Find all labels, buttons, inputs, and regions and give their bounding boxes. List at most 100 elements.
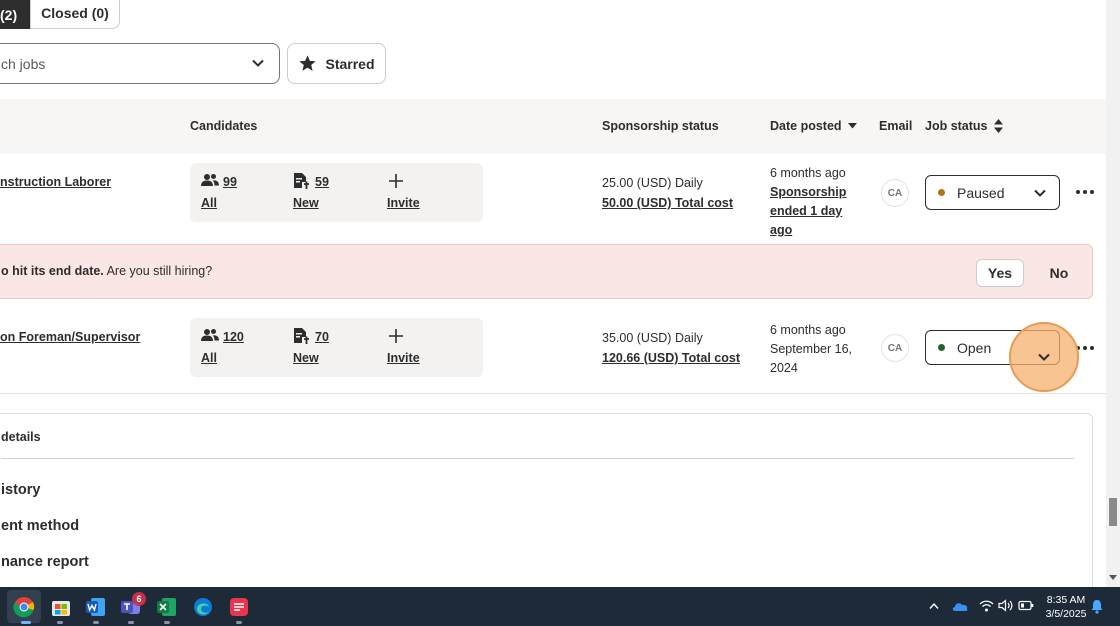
date-posted: 6 months ago Sponsorship ended 1 day ago [770,164,865,240]
date-posted: 6 months ago September 16, 2024 [770,321,865,378]
header-job-status-label: Job status [925,119,988,133]
job-dashboard: (2) Closed (0) ch jobs Starred Candidate… [0,0,1106,587]
job-status-select[interactable]: Paused [925,175,1060,210]
new-document-icon [294,328,309,344]
all-count: 120 [223,330,244,344]
wifi-icon[interactable] [979,599,994,612]
clock-date: 3/5/2025 [1045,608,1087,620]
header-sponsorship: Sponsorship status [602,119,719,133]
job-title-link[interactable]: on Foreman/Supervisor [0,330,140,344]
app-indicator [57,621,63,624]
tab-closed-label: Closed (0) [41,5,109,21]
battery-icon[interactable] [1018,600,1034,611]
invite-label: Invite [387,351,420,365]
alert-bold-text: o hit its end date. [1,264,104,278]
active-indicator [21,621,31,624]
search-jobs-select[interactable]: ch jobs [0,43,280,84]
new-count: 70 [315,330,329,344]
starred-button[interactable]: Starred [287,43,386,84]
tab-open[interactable]: (2) [0,0,31,29]
yes-button[interactable]: Yes [976,259,1024,287]
new-label: New [293,196,319,210]
header-candidates-label: Candidates [190,119,258,133]
app-indicator [128,621,134,624]
scrollbar[interactable] [1106,0,1120,587]
invite-label: Invite [387,196,420,210]
new-label: New [293,351,319,365]
details-title: details [1,430,41,444]
alert-message: o hit its end date. Are you still hiring… [1,264,212,278]
all-count: 99 [223,175,237,189]
notification-bell-icon[interactable] [1090,599,1104,614]
tab-closed[interactable]: Closed (0) [30,0,120,29]
word-icon[interactable] [83,594,109,620]
all-label: All [201,196,217,210]
scrollbar-thumb[interactable] [1109,498,1117,526]
people-icon [201,329,219,341]
details-payment-method[interactable]: ent method [1,518,79,534]
status-dot [938,189,945,196]
sponsorship-ended-link[interactable]: Sponsorship ended 1 day ago [770,183,865,240]
email-avatar[interactable]: CA [881,334,909,362]
header-job-status[interactable]: Job status [925,119,1003,133]
sort-down-icon [847,123,857,129]
email-avatar[interactable]: CA [881,179,909,207]
more-options-icon[interactable] [1076,183,1094,201]
sponsorship-status: 25.00 (USD) Daily 50.00 (USD) Total cost [602,173,733,213]
table-header: Candidates Sponsorship status Date poste… [0,99,1106,154]
chrome-icon[interactable] [11,594,37,620]
chevron-down-icon [1038,353,1050,361]
date-relative: 6 months ago [770,166,846,180]
job-title-link[interactable]: nstruction Laborer [0,175,111,189]
chevron-up-icon[interactable] [929,602,939,610]
status-label: Paused [957,184,1005,201]
candidates-box: 120 All 70 New Invite [190,318,483,377]
sort-icon [993,119,1003,133]
header-candidates: Candidates [190,119,257,133]
sponsorship-status: 35.00 (USD) Daily 120.66 (USD) Total cos… [602,328,740,368]
star-icon [299,55,317,71]
tab-open-label: (2) [0,6,18,23]
starred-label: Starred [325,55,375,72]
microsoft-store-icon[interactable] [48,594,74,620]
plus-icon [389,174,403,188]
volume-icon[interactable] [998,599,1013,612]
new-count: 59 [315,175,329,189]
new-document-icon [294,173,309,189]
still-hiring-alert: o hit its end date. Are you still hiring… [0,244,1093,299]
windows-taskbar: 6 8:35 AM 3/5/2025 [0,587,1120,626]
no-button[interactable]: No [1043,259,1075,287]
date-relative: 6 months ago [770,323,846,337]
details-performance-report[interactable]: nance report [1,554,89,570]
candidates-box: 99 All 59 New Invite [190,163,483,222]
app-indicator [164,621,170,624]
app-indicator [93,621,99,624]
header-date-posted[interactable]: Date posted [770,119,857,133]
sponsorship-total-link[interactable]: 50.00 (USD) Total cost [602,193,733,213]
row-divider [0,393,1106,394]
clock-time: 8:35 AM [1046,594,1086,606]
sponsorship-rate: 35.00 (USD) Daily [602,331,703,345]
app-indicator [236,621,242,624]
chevron-down-icon [1034,189,1046,197]
details-divider [1,458,1074,459]
status-dropdown-toggle[interactable] [1009,322,1079,392]
search-jobs-placeholder: ch jobs [1,55,46,72]
excel-icon[interactable] [154,594,180,620]
snipping-app-icon[interactable] [226,594,252,620]
system-clock[interactable]: 8:35 AM 3/5/2025 [1040,593,1092,621]
alert-question: Are you still hiring? [103,264,213,278]
job-details-panel: details istory ent method nance report [0,413,1093,587]
sponsorship-total-link[interactable]: 120.66 (USD) Total cost [602,348,740,368]
header-email: Email [879,119,912,133]
scroll-down-arrow-icon[interactable] [1109,575,1117,580]
chevron-down-icon [252,59,264,67]
teams-notification-badge: 6 [132,592,146,606]
sponsorship-rate: 25.00 (USD) Daily [602,176,703,190]
header-sponsorship-label: Sponsorship status [602,119,719,133]
edge-icon[interactable] [190,594,216,620]
date-absolute: September 16, 2024 [770,342,852,375]
onedrive-icon[interactable] [952,600,968,612]
plus-icon [389,329,403,343]
details-history[interactable]: istory [1,482,41,498]
